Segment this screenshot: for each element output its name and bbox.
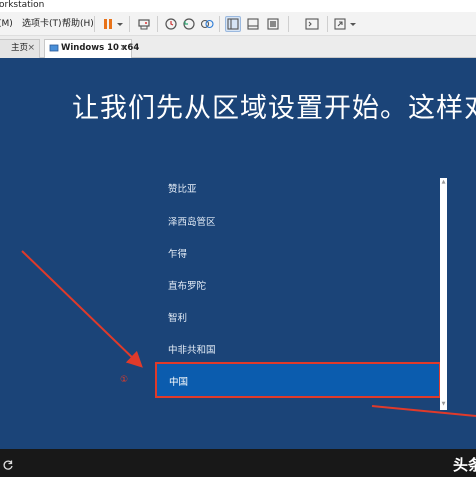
annotation-number: ①	[120, 375, 129, 385]
watermark: 头条	[453, 456, 476, 474]
close-icon[interactable]: ×	[119, 40, 127, 57]
menu-item-vm[interactable]: (M)	[0, 17, 13, 31]
annotation-arrow-right	[371, 405, 476, 417]
list-scrollbar[interactable]	[440, 178, 447, 410]
title-bar: orkstation	[0, 0, 476, 12]
scroll-down-icon[interactable]: ▼	[441, 402, 446, 407]
scroll-up-icon[interactable]: ▲	[441, 180, 446, 185]
annotation-arrow-left	[21, 250, 143, 368]
revert-snapshot-icon[interactable]	[182, 17, 196, 31]
setup-headline: 让我们先从区域设置开始。这样对	[72, 93, 476, 124]
sidebar-icon[interactable]	[225, 16, 241, 32]
toolbar-divider	[157, 16, 158, 32]
close-icon[interactable]: ×	[27, 40, 35, 57]
toolbar-divider	[94, 16, 95, 32]
list-item[interactable]: 赞比亚	[168, 181, 197, 195]
list-item[interactable]: 乍得	[168, 246, 187, 260]
refresh-icon[interactable]	[2, 456, 14, 470]
tab-windows-10-x64[interactable]: Windows 10 x64 ×	[44, 39, 139, 58]
send-keys-icon[interactable]	[137, 17, 151, 31]
list-item[interactable]: 中非共和国	[168, 342, 216, 356]
dropdown-icon[interactable]	[348, 17, 358, 31]
vm-icon	[49, 43, 59, 53]
tab-home-label: 主页	[11, 43, 29, 53]
selected-region-label: 中国	[169, 377, 189, 388]
pause-icon[interactable]	[101, 17, 115, 31]
tab-bar: 主页 × Windows 10 x64 ×	[0, 36, 476, 58]
status-bar: 头条	[0, 449, 476, 477]
menu-item-help[interactable]: 帮助(H)	[62, 17, 94, 31]
tab-vm-label: Windows 10 x64	[61, 43, 140, 53]
toolbar: (M) 选项卡(T) 帮助(H)	[0, 12, 476, 36]
menu-item-tabs[interactable]: 选项卡(T)	[22, 17, 62, 31]
thumbnail-icon[interactable]	[246, 17, 260, 31]
snapshot-icon[interactable]	[164, 17, 178, 31]
console-icon[interactable]	[305, 17, 319, 31]
fullscreen-icon[interactable]	[333, 17, 347, 31]
dropdown-icon[interactable]	[115, 17, 125, 31]
list-item[interactable]: 泽西岛管区	[168, 214, 216, 228]
selected-region-row[interactable]: 中国	[155, 362, 441, 398]
snapshot-manager-icon[interactable]	[200, 17, 214, 31]
list-item[interactable]: 直布罗陀	[168, 278, 206, 292]
tab-home[interactable]: 主页 ×	[0, 39, 40, 58]
list-item[interactable]: 智利	[168, 310, 187, 324]
view-icon[interactable]	[266, 17, 280, 31]
toolbar-divider	[219, 16, 220, 32]
vm-screen[interactable]: 让我们先从区域设置开始。这样对 赞比亚 泽西岛管区 乍得 直布罗陀 智利 中非共…	[0, 58, 476, 449]
toolbar-divider	[327, 16, 328, 32]
window-title: orkstation	[0, 0, 45, 10]
toolbar-divider	[288, 16, 289, 32]
toolbar-divider	[129, 16, 130, 32]
